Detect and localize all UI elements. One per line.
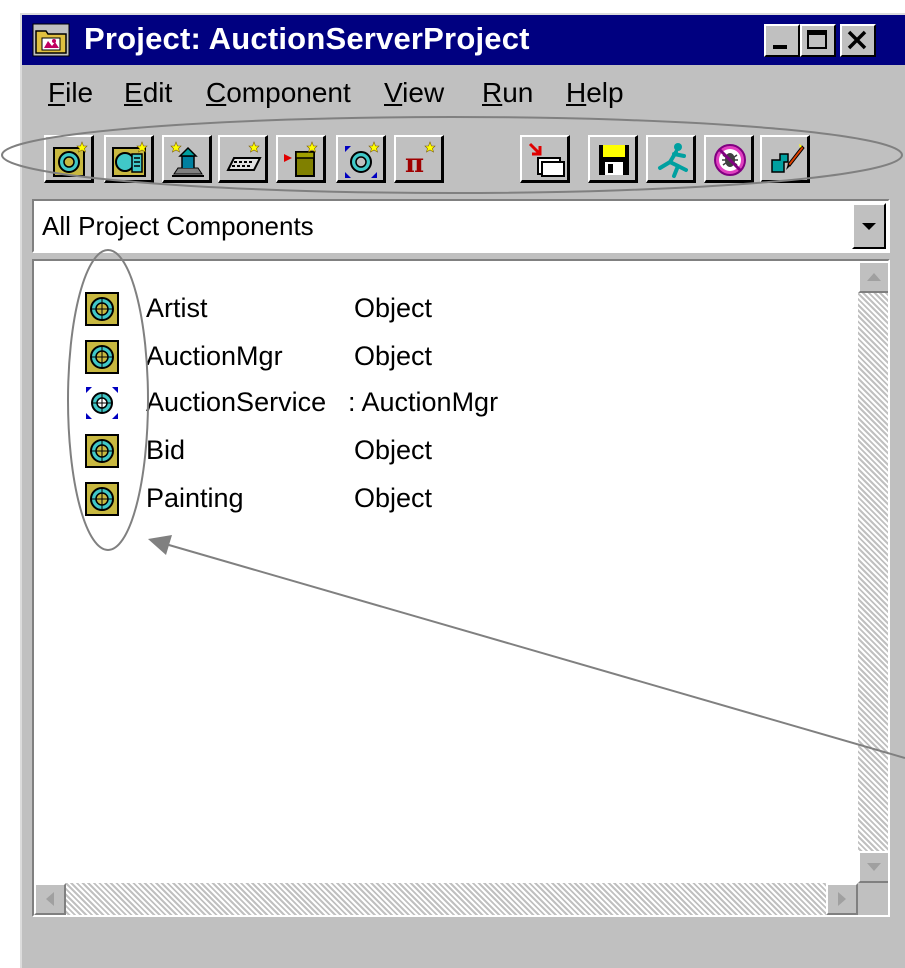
menu-bar: File Edit Component View Run Help bbox=[22, 67, 905, 121]
component-type: Object bbox=[354, 341, 433, 371]
component-name: AuctionService bbox=[146, 387, 327, 417]
service-icon bbox=[86, 387, 118, 419]
object-icon bbox=[85, 482, 119, 516]
new-component-button[interactable] bbox=[162, 135, 212, 183]
minimize-icon bbox=[773, 45, 787, 49]
arrow-left-icon bbox=[46, 892, 54, 906]
list-item[interactable]: AuctionMgr Object bbox=[34, 337, 854, 379]
arrow-up-icon bbox=[867, 273, 881, 281]
maximize-button[interactable] bbox=[800, 24, 836, 57]
new-service-button[interactable] bbox=[336, 135, 386, 183]
edit-icon bbox=[771, 144, 805, 173]
project-window: Project: AuctionServerProject File Edit … bbox=[20, 13, 905, 968]
project-folder-icon bbox=[32, 23, 70, 57]
new-component-icon bbox=[170, 141, 204, 177]
scroll-down-button[interactable] bbox=[858, 851, 888, 883]
dropdown-button[interactable] bbox=[852, 203, 886, 249]
run-icon bbox=[658, 143, 688, 178]
object-icon bbox=[85, 292, 119, 326]
component-type: Object bbox=[354, 483, 433, 513]
window-title: Project: AuctionServerProject bbox=[84, 21, 530, 56]
maximize-icon bbox=[807, 30, 827, 49]
list-item[interactable]: Artist Object bbox=[34, 289, 854, 331]
component-type: Object bbox=[354, 435, 433, 465]
run-button[interactable] bbox=[646, 135, 696, 183]
list-item[interactable]: Painting Object bbox=[34, 479, 854, 521]
component-name: Painting bbox=[146, 483, 244, 513]
arrow-right-icon bbox=[838, 892, 846, 906]
menu-file[interactable]: File bbox=[48, 77, 93, 109]
save-icon bbox=[599, 145, 629, 175]
menu-view[interactable]: View bbox=[384, 77, 444, 109]
object-icon bbox=[85, 434, 119, 468]
new-keyboard-icon bbox=[226, 141, 262, 171]
chevron-down-icon bbox=[862, 223, 876, 230]
component-filter-dropdown[interactable]: All Project Components bbox=[32, 199, 890, 253]
object-icon bbox=[85, 340, 119, 374]
horizontal-scrollbar[interactable] bbox=[34, 883, 858, 915]
arrow-down-icon bbox=[867, 863, 881, 871]
close-icon bbox=[847, 30, 867, 50]
copy-icon bbox=[528, 142, 565, 177]
component-list: Artist Object AuctionMgr Object AuctionS… bbox=[32, 259, 890, 917]
import-icon bbox=[284, 141, 318, 177]
copy-button[interactable] bbox=[520, 135, 570, 183]
scroll-up-button[interactable] bbox=[858, 261, 888, 293]
title-bar[interactable]: Project: AuctionServerProject bbox=[22, 15, 905, 65]
debug-icon bbox=[714, 144, 746, 176]
scrollbar-corner bbox=[858, 883, 888, 915]
menu-help[interactable]: Help bbox=[566, 77, 624, 109]
scroll-right-button[interactable] bbox=[826, 883, 858, 915]
component-type: Object bbox=[354, 293, 433, 323]
scroll-left-button[interactable] bbox=[34, 883, 66, 915]
new-object-icon bbox=[53, 141, 88, 177]
toolbar: π bbox=[22, 121, 905, 201]
new-constant-button[interactable]: π bbox=[394, 135, 444, 183]
save-button[interactable] bbox=[588, 135, 638, 183]
minimize-button[interactable] bbox=[764, 24, 800, 57]
new-object-button[interactable] bbox=[44, 135, 94, 183]
menu-component[interactable]: Component bbox=[206, 77, 351, 109]
component-name: Artist bbox=[146, 293, 208, 323]
vertical-scrollbar[interactable] bbox=[858, 261, 888, 883]
component-type: : AuctionMgr bbox=[348, 387, 499, 417]
list-item[interactable]: Bid Object bbox=[34, 431, 854, 473]
import-button[interactable] bbox=[276, 135, 326, 183]
new-tool-object-icon bbox=[112, 141, 148, 177]
menu-edit[interactable]: Edit bbox=[124, 77, 172, 109]
edit-button[interactable] bbox=[760, 135, 810, 183]
svg-text:π: π bbox=[405, 149, 424, 179]
component-name: AuctionMgr bbox=[146, 341, 283, 371]
new-service-icon bbox=[345, 141, 380, 178]
new-tool-object-button[interactable] bbox=[104, 135, 154, 183]
new-keyboard-button[interactable] bbox=[218, 135, 268, 183]
list-item[interactable]: AuctionService : AuctionMgr bbox=[34, 383, 854, 425]
menu-run[interactable]: Run bbox=[482, 77, 533, 109]
filter-selected-value: All Project Components bbox=[42, 211, 314, 241]
debug-button[interactable] bbox=[704, 135, 754, 183]
close-button[interactable] bbox=[840, 24, 876, 57]
component-name: Bid bbox=[146, 435, 186, 465]
status-bar bbox=[22, 923, 905, 967]
new-constant-icon: π bbox=[405, 141, 436, 179]
